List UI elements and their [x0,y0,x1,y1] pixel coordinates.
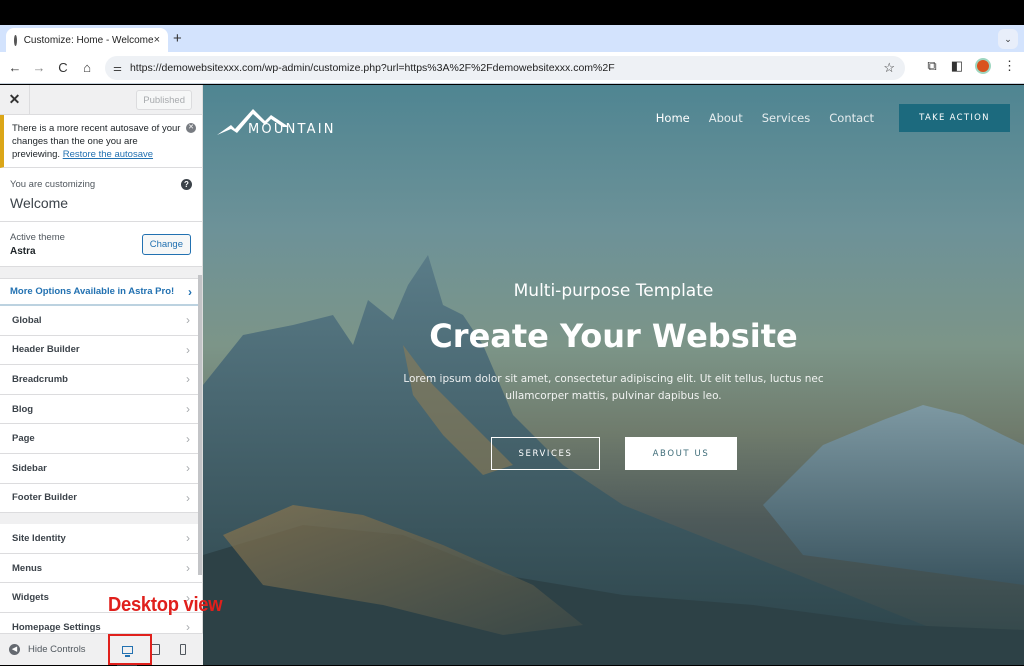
chevron-right-icon: › [186,313,190,328]
help-icon[interactable]: ? [181,179,192,190]
customizer-section-item[interactable]: Global › [0,306,202,336]
section-label: Header Builder [12,344,80,356]
customizer-section-item[interactable]: Blog › [0,394,202,425]
side-panel-icon[interactable]: ◧ [951,58,963,74]
mobile-preview-button[interactable] [169,634,197,666]
chevron-right-icon: › [186,402,190,417]
section-label: Sidebar [12,462,47,474]
hero-body-line: ullamcorper mattis, pulvinar dapibus leo… [505,390,722,402]
customizer-section-item[interactable]: Sidebar › [0,453,202,484]
customizer-header: ✕ Published [0,84,202,115]
close-customizer-icon[interactable]: ✕ [0,84,30,115]
take-action-button[interactable]: TAKE ACTION [899,104,1010,132]
section-label: Breadcrumb [12,373,68,385]
section-label: Page [12,433,35,445]
sidebar-scrollbar[interactable] [198,275,202,575]
tab-title: Customize: Home - Welcome [23,34,154,46]
section-label: Blog [12,403,34,415]
bookmark-star-icon[interactable]: ☆ [883,60,895,76]
collapse-icon: ◀ [9,644,20,655]
browser-menu-icon[interactable]: ⋮ [1003,58,1016,74]
home-icon[interactable]: ⌂ [75,60,99,75]
hide-controls-label: Hide Controls [28,644,86,655]
chevron-right-icon: › [186,531,190,546]
nav-services[interactable]: Services [762,111,811,125]
chevron-right-icon: › [186,461,190,476]
back-icon[interactable]: ← [3,60,27,75]
annotation-highlight-box [108,634,152,665]
nav-about[interactable]: About [709,111,743,125]
customizer-footer: ◀ Hide Controls [0,633,203,666]
change-theme-button[interactable]: Change [141,234,191,255]
site-preview: MOUNTAIN Home About Services Contact TAK… [203,85,1024,665]
active-theme-panel: Active theme Astra Change [0,222,202,267]
browser-tab[interactable]: Customize: Home - Welcome × [6,28,168,52]
extensions-icon[interactable]: ⧉ [927,58,936,74]
tab-close-icon[interactable]: × [154,34,160,46]
desktop-view-annotation: Desktop view [108,594,223,616]
hero-body-line: Lorem ipsum dolor sit amet, consectetur … [403,373,824,385]
new-tab-button[interactable]: + [173,30,182,47]
browser-tab-strip: Customize: Home - Welcome × + ⌄ [0,25,1024,52]
globe-icon [14,34,23,46]
chevron-right-icon: › [186,372,190,387]
section-label: Global [12,314,42,326]
hide-controls-button[interactable]: ◀ Hide Controls [0,644,113,655]
profile-avatar[interactable] [977,60,989,72]
customizing-info: You are customizing Welcome ? [0,168,202,222]
section-label: Menus [12,562,43,574]
address-bar[interactable]: ⚌ https://demowebsitexxx.com/wp-admin/cu… [105,56,905,80]
customizer-section-item[interactable]: Breadcrumb › [0,365,202,395]
customizer-section-item[interactable]: Page › [0,424,202,454]
browser-toolbar: ← → C ⌂ ⚌ https://demowebsitexxx.com/wp-… [0,52,1024,84]
hero-title: Create Your Website [429,317,798,355]
section-label: Widgets [12,592,49,604]
tab-search-button[interactable]: ⌄ [998,29,1018,49]
mobile-icon [180,644,186,655]
hero-subtitle: Multi-purpose Template [513,281,714,301]
section-label: Homepage Settings [12,621,101,633]
customizer-section-item[interactable]: Site Identity › [0,524,202,554]
services-button[interactable]: SERVICES [491,437,600,470]
chevron-right-icon: › [186,342,190,357]
customizing-label: You are customizing [10,179,96,190]
site-logo-text[interactable]: MOUNTAIN [248,122,336,137]
chevron-right-icon: › [186,561,190,576]
customizer-section-item[interactable]: Footer Builder › [0,483,202,514]
chevron-right-icon: › [186,490,190,505]
screen-top-bar [0,0,1024,25]
url-text[interactable]: https://demowebsitexxx.com/wp-admin/cust… [130,62,883,74]
astra-pro-link[interactable]: More Options Available in Astra Pro! › [0,278,202,306]
hero-body: Lorem ipsum dolor sit amet, consectetur … [203,371,1024,405]
autosave-notice: There is a more recent autosave of your … [0,115,202,168]
nav-home[interactable]: Home [656,111,690,125]
astra-pro-label: More Options Available in Astra Pro! [10,286,175,297]
nav-contact[interactable]: Contact [829,111,874,125]
restore-autosave-link[interactable]: Restore the autosave [63,149,153,160]
site-navigation: Home About Services Contact [656,111,874,125]
customizer-section-item[interactable]: Header Builder › [0,335,202,366]
section-label: Footer Builder [12,492,77,504]
customizing-title: Welcome [10,195,69,211]
chevron-right-icon: › [186,431,190,446]
forward-icon[interactable]: → [27,60,51,75]
site-info-icon[interactable]: ⚌ [113,63,122,74]
reload-icon[interactable]: C [51,60,75,75]
section-label: Site Identity [12,532,66,544]
customizer-section-item[interactable]: Menus › [0,553,202,584]
about-us-button[interactable]: ABOUT US [625,437,737,470]
chevron-right-icon: › [188,284,192,299]
published-button[interactable]: Published [136,90,192,110]
customizer-sidebar: ✕ Published There is a more recent autos… [0,84,203,666]
dismiss-notice-icon[interactable]: ✕ [186,123,196,133]
